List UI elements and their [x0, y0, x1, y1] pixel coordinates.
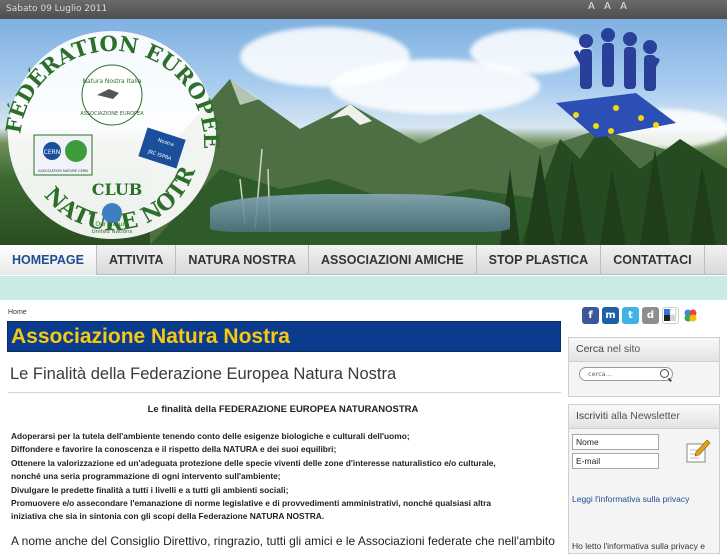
- pencil-paper-icon: [686, 439, 711, 463]
- svg-text:ASSOCIATION NATURE CERN: ASSOCIATION NATURE CERN: [38, 169, 88, 173]
- article-line: Divulgare le predette finalità a tutti i…: [11, 484, 289, 495]
- svg-text:CLUB: CLUB: [92, 180, 143, 199]
- decorative-band: [0, 276, 727, 300]
- search-placeholder: cerca...: [588, 370, 612, 378]
- font-size-large-button[interactable]: A: [620, 1, 630, 12]
- article-body: Adoperarsi per la tutela dell'ambiente t…: [11, 430, 559, 524]
- google-icon[interactable]: [682, 307, 699, 324]
- article-line: Promuovere e/o assecondare l'emanazione …: [11, 498, 491, 509]
- europe-people-logo: [556, 28, 676, 138]
- nav-item-associazioni-amiche[interactable]: ASSOCIAZIONI AMICHE: [309, 245, 477, 275]
- name-field[interactable]: Nome: [572, 434, 659, 450]
- svg-text:Our Nature: Our Nature: [95, 221, 129, 228]
- svg-text:ASSOCIAZIONE EUROPEA: ASSOCIAZIONE EUROPEA: [80, 111, 144, 117]
- top-bar: Sabato 09 Luglio 2011 A A A: [0, 0, 727, 19]
- nav-item-attivita[interactable]: ATTIVITA: [97, 245, 177, 275]
- nav-item-contattaci[interactable]: CONTATTACI: [601, 245, 705, 275]
- svg-text:United Nations: United Nations: [92, 229, 133, 235]
- search-icon[interactable]: [660, 369, 669, 378]
- sidebar: f m t d Cerca nel sito cerca... Iscrivit…: [566, 300, 727, 554]
- newsletter-module-header: Iscriviti alla Newsletter: [569, 405, 719, 429]
- newsletter-title: Iscriviti: [576, 410, 609, 422]
- federation-logo: FÉDÉRATION EUROPÉENNE NATURE NOTRE CLUB …: [2, 23, 224, 239]
- nav-item-natura-nostra[interactable]: NATURA NOSTRA: [176, 245, 310, 275]
- breadcrumb[interactable]: Home: [8, 309, 27, 316]
- font-size-small-button[interactable]: A: [588, 1, 598, 12]
- digg-icon[interactable]: d: [642, 307, 659, 324]
- article-title[interactable]: Le Finalità della Federazione Europea Na…: [10, 365, 396, 384]
- article-line: iniziativa che sia in sintonia con gli s…: [11, 511, 325, 522]
- nav-item-stop-plastica[interactable]: STOP PLASTICA: [477, 245, 602, 275]
- delicious-icon[interactable]: [662, 307, 679, 324]
- article-line: Ottenere la valorizzazione ed un'adeguat…: [11, 457, 496, 468]
- section-title-box: Associazione Natura Nostra: [7, 321, 561, 352]
- facebook-icon[interactable]: f: [582, 307, 599, 324]
- main-content: Home Associazione Natura Nostra Le Final…: [0, 300, 566, 548]
- search-title-suffix: nel sito: [606, 343, 641, 355]
- twitter-icon[interactable]: t: [622, 307, 639, 324]
- section-title: Associazione Natura Nostra: [11, 325, 290, 348]
- article-paragraph: A nome anche del Consiglio Direttivo, ri…: [11, 534, 555, 548]
- myspace-icon[interactable]: m: [602, 307, 619, 324]
- search-module-header: Cerca nel sito: [569, 338, 719, 362]
- email-field[interactable]: E-mail: [572, 453, 659, 469]
- social-icons: f m t d: [582, 307, 699, 324]
- search-module: Cerca nel sito cerca...: [568, 337, 720, 397]
- article-line: Adoperarsi per la tutela dell'ambiente t…: [11, 431, 410, 441]
- privacy-link[interactable]: Leggi l'informativa sulla privacy: [572, 494, 689, 504]
- svg-text:CERN: CERN: [44, 149, 61, 156]
- article-line: nonché una seria programmazione di ogni …: [11, 471, 281, 482]
- privacy-consent-label: Ho letto l'informativa sulla privacy e: [572, 541, 705, 551]
- search-title: Cerca: [576, 343, 605, 355]
- search-input[interactable]: cerca...: [579, 367, 673, 381]
- current-date: Sabato 09 Luglio 2011: [6, 4, 108, 14]
- article-line: Diffondere e favorire la conoscenza e il…: [11, 444, 337, 455]
- font-size-medium-button[interactable]: A: [604, 1, 614, 12]
- font-size-controls: A A A: [588, 1, 630, 12]
- main-navigation: HOMEPAGE ATTIVITA NATURA NOSTRA ASSOCIAZ…: [0, 245, 727, 275]
- lake: [210, 194, 510, 232]
- divider: [8, 392, 561, 393]
- svg-text:Natura Nostra Italia: Natura Nostra Italia: [83, 78, 142, 85]
- header-banner: FÉDÉRATION EUROPÉENNE NATURE NOTRE CLUB …: [0, 19, 727, 245]
- newsletter-module: Iscriviti alla Newsletter Nome E-mail Le…: [568, 404, 720, 554]
- nav-item-homepage[interactable]: HOMEPAGE: [0, 245, 97, 275]
- newsletter-title-suffix: alla Newsletter: [611, 410, 680, 422]
- article-subtitle: Le finalità della FEDERAZIONE EUROPEA NA…: [147, 404, 419, 415]
